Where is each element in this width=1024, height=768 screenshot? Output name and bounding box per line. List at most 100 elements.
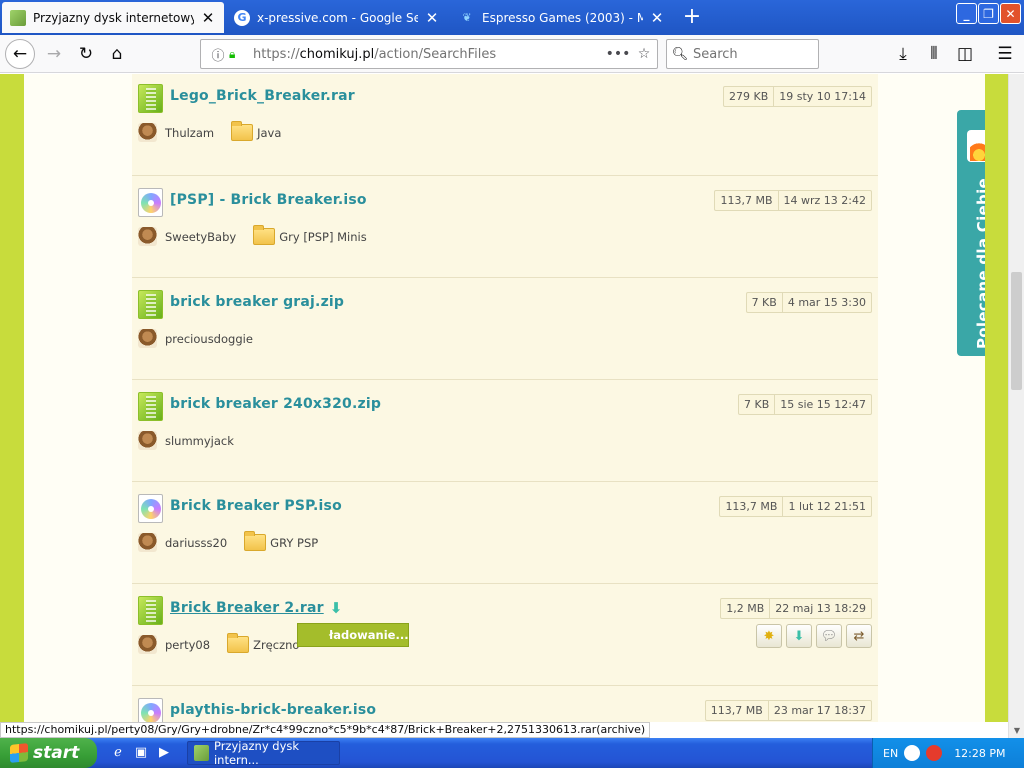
- page-actions-icon[interactable]: •••: [605, 46, 631, 62]
- folder-icon: [253, 225, 276, 245]
- close-window-button[interactable]: ✕: [1000, 3, 1021, 24]
- file-meta: 113,7 MB 1 lut 12 21:51: [719, 496, 872, 517]
- user-avatar-icon[interactable]: [138, 635, 157, 654]
- file-date: 1 lut 12 21:51: [782, 497, 871, 516]
- disc-image-file-icon: [138, 698, 163, 722]
- folder-name: Java: [257, 125, 282, 140]
- user-link[interactable]: preciousdoggie: [165, 332, 253, 346]
- file-name-link[interactable]: [PSP] - Brick Breaker.iso: [170, 192, 367, 208]
- user-link[interactable]: Thulzam: [165, 126, 214, 140]
- folder-link[interactable]: Gry [PSP] Minis: [253, 225, 367, 245]
- file-name-link[interactable]: brick breaker 240x320.zip: [170, 396, 381, 412]
- internet-explorer-icon[interactable]: ℯ: [108, 743, 128, 763]
- navigation-toolbar: ← → ↻ ⌂ ⓘ 🔒︎ https://chomikuj.pl/action/…: [0, 35, 1024, 73]
- folder-icon: [244, 531, 267, 551]
- url-bar[interactable]: ⓘ 🔒︎ https://chomikuj.pl/action/SearchFi…: [200, 39, 658, 69]
- info-icon[interactable]: ⓘ: [207, 45, 229, 64]
- file-name-link[interactable]: Brick Breaker PSP.iso: [170, 498, 342, 514]
- result-item: Lego_Brick_Breaker.rar 279 KB 19 sty 10 …: [132, 74, 878, 176]
- tab-close-icon[interactable]: ✕: [649, 9, 665, 27]
- user-link[interactable]: perty08: [165, 638, 210, 652]
- search-results-page: Lego_Brick_Breaker.rar 279 KB 19 sty 10 …: [24, 74, 1008, 722]
- results-list: Lego_Brick_Breaker.rar 279 KB 19 sty 10 …: [132, 74, 878, 722]
- taskbar-window-firefox[interactable]: Przyjazny dysk intern...: [187, 739, 340, 767]
- media-player-icon[interactable]: ▶: [154, 743, 174, 763]
- file-name-link[interactable]: Lego_Brick_Breaker.rar: [170, 88, 355, 104]
- file-meta: 7 KB 15 sie 15 12:47: [737, 394, 872, 415]
- scrollbar-thumb[interactable]: [1011, 272, 1022, 390]
- owner-info: preciousdoggie: [138, 329, 253, 348]
- folder-link[interactable]: GRY PSP: [244, 531, 319, 551]
- tab-mobygames[interactable]: ❦ Espresso Games (2003) - MobyGa ✕: [451, 2, 673, 33]
- google-favicon-icon: G: [234, 9, 250, 26]
- downloads-icon[interactable]: ⤓: [889, 40, 917, 68]
- file-date: 23 mar 17 18:37: [767, 701, 871, 720]
- url-text[interactable]: https://chomikuj.pl/action/SearchFiles: [253, 47, 605, 62]
- start-button[interactable]: start: [0, 738, 97, 768]
- folder-link[interactable]: Zręczno: [227, 633, 299, 653]
- user-avatar-icon[interactable]: [138, 123, 157, 142]
- tray-collapse-icon[interactable]: [904, 745, 921, 761]
- folder-name: Gry [PSP] Minis: [279, 229, 367, 244]
- minimize-button[interactable]: _: [956, 3, 977, 24]
- sidebar-icon[interactable]: ◫: [951, 40, 979, 68]
- chomikuj-favicon-icon: [10, 9, 26, 26]
- tab-strip: Przyjazny dysk internetowy - Cho ✕ G x-p…: [0, 0, 1024, 35]
- star-icon[interactable]: ✸: [756, 624, 782, 648]
- folder-name: GRY PSP: [270, 535, 319, 550]
- file-size: 279 KB: [728, 90, 769, 103]
- page-viewport: Lego_Brick_Breaker.rar 279 KB 19 sty 10 …: [0, 74, 1008, 722]
- language-indicator[interactable]: EN: [883, 747, 898, 760]
- bookmark-star-icon[interactable]: ☆: [631, 46, 657, 62]
- download-icon[interactable]: ⬇: [786, 624, 812, 648]
- library-icon[interactable]: ⫴: [920, 40, 948, 68]
- user-avatar-icon[interactable]: [138, 431, 157, 450]
- tab-chomikuj[interactable]: Przyjazny dysk internetowy - Cho ✕: [2, 2, 224, 33]
- copy-to-chomik-icon[interactable]: ⇄: [846, 624, 872, 648]
- user-avatar-icon[interactable]: [138, 533, 157, 552]
- vertical-scrollbar[interactable]: ▼: [1008, 74, 1024, 738]
- archive-file-icon: [138, 84, 163, 113]
- windows-taskbar: start ℯ ▣ ▶ Przyjazny dysk intern... EN …: [0, 738, 1024, 768]
- user-link[interactable]: slummyjack: [165, 434, 234, 448]
- result-item: [PSP] - Brick Breaker.iso 113,7 MB 14 wr…: [132, 176, 878, 278]
- result-item: brick breaker 240x320.zip 7 KB 15 sie 15…: [132, 380, 878, 482]
- search-bar[interactable]: 🔍︎ Search: [666, 39, 819, 69]
- maximize-button[interactable]: ❐: [978, 3, 999, 24]
- tab-close-icon[interactable]: ✕: [200, 9, 216, 27]
- download-arrow-icon[interactable]: ⬇: [330, 600, 344, 616]
- user-avatar-icon[interactable]: [138, 227, 157, 246]
- comment-icon[interactable]: 💬︎: [816, 624, 842, 648]
- archive-file-icon: [138, 392, 163, 421]
- scroll-down-arrow-icon[interactable]: ▼: [1009, 722, 1024, 738]
- menu-icon[interactable]: ☰: [991, 40, 1019, 68]
- file-name-link[interactable]: Brick Breaker 2.rar ⬇: [170, 600, 344, 616]
- folder-link[interactable]: Java: [231, 121, 282, 141]
- user-avatar-icon[interactable]: [138, 329, 157, 348]
- back-button[interactable]: ←: [5, 39, 35, 69]
- file-date: 4 mar 15 3:30: [781, 293, 871, 312]
- folder-icon: [227, 633, 250, 653]
- reload-button[interactable]: ↻: [72, 40, 100, 68]
- search-placeholder: Search: [693, 46, 738, 62]
- tray-app-icon[interactable]: [926, 745, 943, 761]
- owner-info: slummyjack: [138, 431, 234, 450]
- user-link[interactable]: SweetyBaby: [165, 230, 236, 244]
- show-desktop-icon[interactable]: ▣: [131, 743, 151, 763]
- taskbar-window-title: Przyjazny dysk intern...: [213, 739, 300, 767]
- file-name-link[interactable]: brick breaker graj.zip: [170, 294, 344, 310]
- result-item: brick breaker graj.zip 7 KB 4 mar 15 3:3…: [132, 278, 878, 380]
- owner-info: SweetyBaby Gry [PSP] Minis: [138, 225, 367, 246]
- new-tab-button[interactable]: +: [680, 4, 704, 29]
- file-meta: 113,7 MB 14 wrz 13 2:42: [714, 190, 872, 211]
- file-name-link[interactable]: playthis-brick-breaker.iso: [170, 702, 376, 718]
- forward-button[interactable]: →: [40, 40, 68, 68]
- page-border-right: [985, 74, 1008, 722]
- mobygames-favicon-icon: ❦: [462, 11, 472, 24]
- user-link[interactable]: dariusss20: [165, 536, 227, 550]
- tab-google-search[interactable]: G x-pressive.com - Google Search ✕: [226, 2, 448, 33]
- lock-icon: 🔒︎: [229, 46, 236, 61]
- tab-close-icon[interactable]: ✕: [424, 9, 440, 27]
- home-button[interactable]: ⌂: [103, 40, 131, 68]
- archive-file-icon: [138, 290, 163, 319]
